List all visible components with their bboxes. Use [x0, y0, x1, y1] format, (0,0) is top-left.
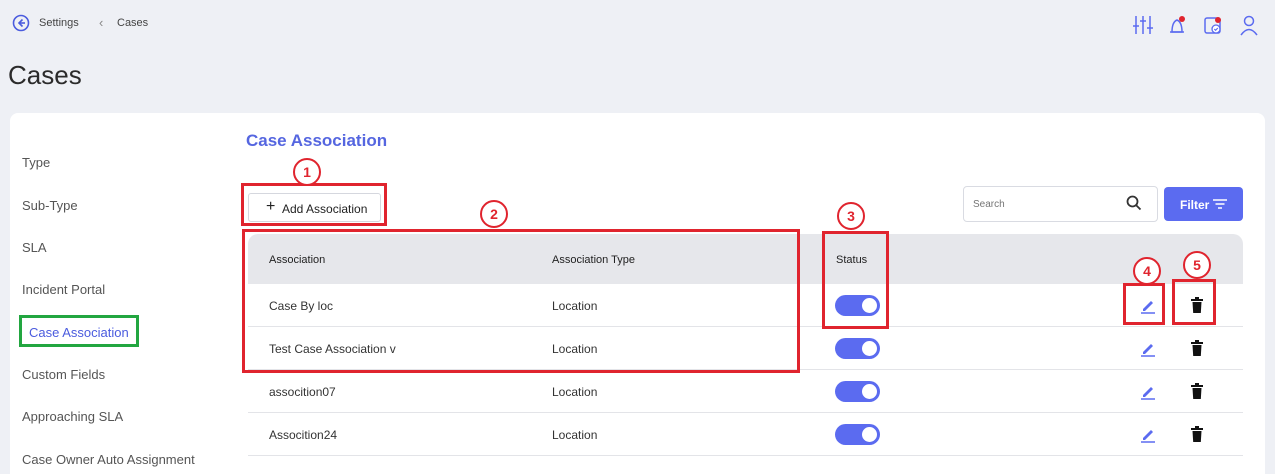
association-name: assocition07 — [269, 385, 336, 399]
status-toggle[interactable] — [835, 338, 880, 359]
top-bar: Settings ‹ Cases — [0, 0, 1275, 50]
filter-lines-icon — [1213, 199, 1227, 209]
annotation-marker-4: 4 — [1133, 257, 1161, 285]
status-toggle[interactable] — [835, 424, 880, 445]
delete-icon[interactable] — [1190, 340, 1204, 356]
calendar-check-icon[interactable] — [1201, 10, 1225, 40]
sidebar-item-approaching-sla[interactable]: Approaching SLA — [22, 409, 123, 424]
back-arrow-icon[interactable] — [12, 14, 30, 32]
sidebar-item-custom-fields[interactable]: Custom Fields — [22, 367, 105, 382]
user-icon[interactable] — [1237, 10, 1261, 40]
edit-icon[interactable] — [1139, 339, 1157, 357]
annotation-box-4 — [1123, 283, 1165, 325]
delete-icon[interactable] — [1190, 426, 1204, 442]
association-name: Assocition24 — [269, 428, 338, 442]
sidebar-item-case-association[interactable]: Case Association — [19, 315, 139, 347]
edit-icon[interactable] — [1139, 382, 1157, 400]
annotation-box-1 — [241, 183, 387, 226]
search-icon[interactable] — [1125, 194, 1143, 212]
sidebar-item-type[interactable]: Type — [22, 155, 50, 170]
bell-icon[interactable] — [1165, 10, 1189, 40]
table-row: Assocition24 Location — [248, 413, 1243, 456]
breadcrumb-settings[interactable]: Settings — [39, 17, 79, 29]
status-toggle[interactable] — [835, 381, 880, 402]
breadcrumb-separator-icon: ‹ — [99, 15, 104, 30]
annotation-marker-2: 2 — [480, 200, 508, 228]
annotation-marker-5: 5 — [1183, 251, 1211, 279]
sidebar-item-incident-portal[interactable]: Incident Portal — [22, 282, 105, 297]
sliders-icon[interactable] — [1131, 10, 1155, 40]
sidebar-item-label: Case Association — [29, 325, 129, 340]
section-title: Case Association — [246, 131, 388, 150]
sidebar-item-case-owner-auto-assignment[interactable]: Case Owner Auto Assignment — [22, 452, 195, 467]
annotation-marker-3: 3 — [837, 202, 865, 230]
edit-icon[interactable] — [1139, 425, 1157, 443]
annotation-box-2 — [242, 229, 800, 373]
annotation-box-5 — [1172, 279, 1216, 325]
filter-button[interactable]: Filter — [1164, 187, 1243, 221]
delete-icon[interactable] — [1190, 383, 1204, 399]
sidebar-item-sub-type[interactable]: Sub-Type — [22, 198, 78, 213]
association-type: Location — [552, 385, 598, 399]
table-row: assocition07 Location — [248, 370, 1243, 413]
sidebar-item-sla[interactable]: SLA — [22, 240, 47, 255]
annotation-marker-1: 1 — [293, 158, 321, 186]
page-title: Cases — [8, 60, 82, 90]
annotation-box-3 — [822, 231, 889, 329]
association-type: Location — [552, 428, 598, 442]
breadcrumb-current: Cases — [117, 17, 149, 29]
filter-label: Filter — [1180, 198, 1210, 212]
